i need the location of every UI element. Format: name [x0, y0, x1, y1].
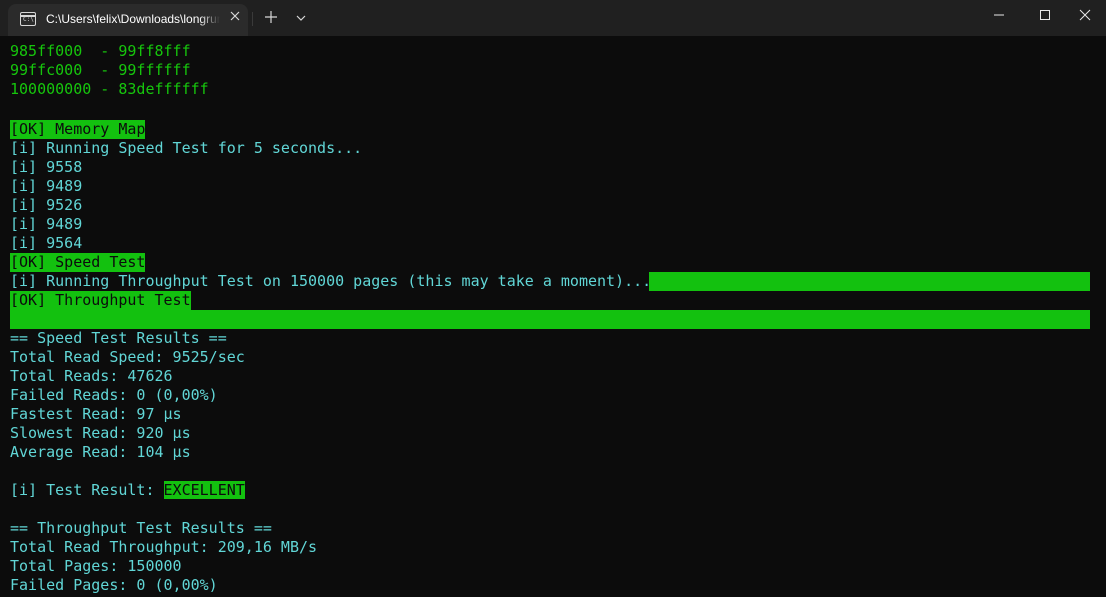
new-tab-button[interactable]: [260, 6, 282, 28]
result-line: Failed Pages: 0 (0,00%): [10, 576, 218, 594]
close-icon: [230, 11, 240, 21]
speed-test-running: [i] Running Speed Test for 5 seconds...: [10, 139, 363, 157]
terminal-output[interactable]: 985ff000 - 99ff8fff 99ffc000 - 99ffffff …: [0, 36, 1106, 597]
result-line: Slowest Read: 920 µs: [10, 424, 191, 442]
throughput-results-header: == Throughput Test Results ==: [10, 519, 272, 537]
plus-icon: [265, 11, 277, 23]
terminal-tab[interactable]: C:\ C:\Users\felix\Downloads\longrun: [8, 4, 248, 36]
result-line: Average Read: 104 µs: [10, 443, 191, 461]
result-line: Total Read Speed: 9525/sec: [10, 348, 245, 366]
speed-sample: [i] 9489: [10, 177, 83, 195]
tab-divider: [252, 12, 253, 26]
close-tab-button[interactable]: [226, 9, 244, 27]
tab-title: C:\Users\felix\Downloads\longrun: [46, 12, 220, 26]
speed-sample: [i] 9489: [10, 215, 83, 233]
speed-sample: [i] 9564: [10, 234, 83, 252]
close-window-button[interactable]: [1062, 0, 1106, 32]
speed-sample: [i] 9558: [10, 158, 83, 176]
throughput-progress-bar: [10, 310, 1090, 329]
result-line: Total Read Throughput: 209,16 MB/s: [10, 538, 318, 556]
throughput-test-running: [i] Running Throughput Test on 150000 pa…: [10, 272, 652, 290]
ok-speed-test: [OK] Speed Test: [10, 253, 146, 272]
throughput-progress-fill: [649, 272, 1090, 291]
terminal-icon: C:\: [20, 12, 36, 26]
chevron-down-icon: [296, 15, 306, 21]
speed-sample: [i] 9526: [10, 196, 83, 214]
result-line: Failed Reads: 0 (0,00%): [10, 386, 218, 404]
result-line: Total Pages: 150000: [10, 557, 182, 575]
test-result-label: [i] Test Result:: [10, 481, 164, 499]
ok-memory-map: [OK] Memory Map: [10, 120, 146, 139]
minimize-button[interactable]: [976, 0, 1022, 32]
tab-dropdown-button[interactable]: [290, 6, 312, 28]
title-bar: C:\ C:\Users\felix\Downloads\longrun: [0, 0, 1106, 36]
terminal-window: C:\ C:\Users\felix\Downloads\longrun 985…: [0, 0, 1106, 597]
memory-range-line: 985ff000 - 99ff8fff: [10, 42, 191, 60]
result-line: Total Reads: 47626: [10, 367, 173, 385]
minimize-icon: [994, 14, 1004, 16]
ok-throughput-test: [OK] Throughput Test: [10, 291, 191, 310]
memory-range-line: 100000000 - 83deffffff: [10, 80, 209, 98]
test-result-badge: EXCELLENT: [163, 481, 245, 499]
result-line: Fastest Read: 97 µs: [10, 405, 182, 423]
close-icon: [1079, 9, 1091, 21]
speed-results-header: == Speed Test Results ==: [10, 329, 227, 347]
maximize-icon: [1040, 10, 1050, 20]
memory-range-line: 99ffc000 - 99ffffff: [10, 61, 191, 79]
test-result-line: [i] Test Result: EXCELLENT: [10, 481, 245, 500]
